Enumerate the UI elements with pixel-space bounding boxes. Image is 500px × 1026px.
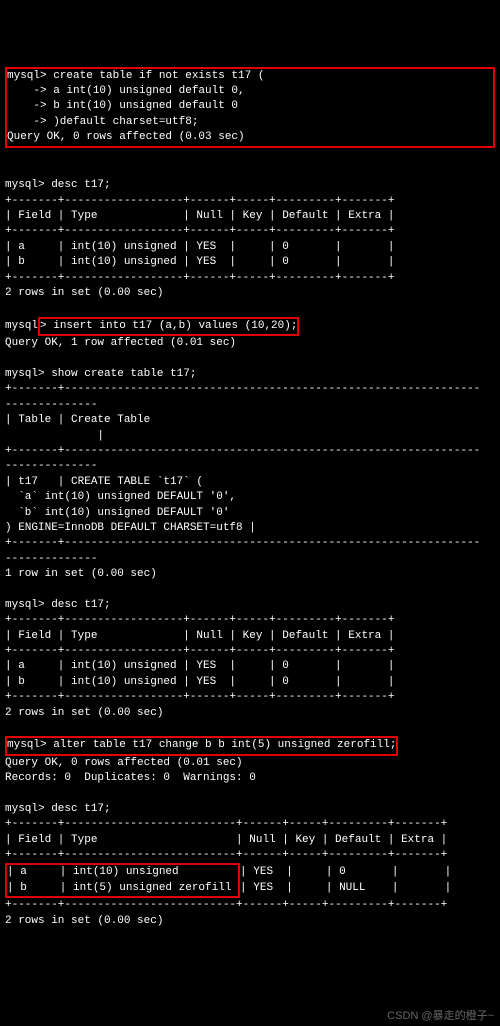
table-row: `a` int(10) unsigned DEFAULT '0', (5, 491, 236, 503)
desc3-right: | YES | | 0 | | | YES | | NULL | | (240, 863, 451, 896)
table-row-left: | a | int(10) unsigned (7, 866, 238, 878)
show-create-cmd: mysql> show create table t17; (5, 368, 196, 380)
insert-cmd-highlight: > insert into t17 (a,b) values (10,20); (38, 317, 299, 336)
table-sep: +-------+--------------------------+----… (5, 899, 447, 911)
result-line: Records: 0 Duplicates: 0 Warnings: 0 (5, 772, 256, 784)
table-row: ) ENGINE=InnoDB DEFAULT CHARSET=utf8 | (5, 522, 256, 534)
table-sep: +-------+------------------+------+-----… (5, 272, 394, 284)
table-row: | b | int(10) unsigned | YES | | 0 | | (5, 676, 394, 688)
table-row: | a | int(10) unsigned | YES | | 0 | | (5, 660, 394, 672)
prompt-prefix: mysql (5, 320, 38, 332)
table-header: | (5, 430, 104, 442)
table-row-right: | YES | | NULL | | (240, 882, 451, 894)
create-table-block: mysql> create table if not exists t17 ( … (5, 67, 495, 148)
table-sep: +-------+------------------+------+-----… (5, 195, 394, 207)
result-line: Query OK, 0 rows affected (0.01 sec) (5, 757, 243, 769)
desc-cmd: mysql> desc t17; (5, 599, 111, 611)
table-sep: +-------+--------------------------+----… (5, 818, 447, 830)
table-sep: +-------+------------------+------+-----… (5, 614, 394, 626)
line: -> b int(10) unsigned default 0 (7, 100, 238, 112)
table-sep: +-------+-------------------------------… (5, 383, 480, 395)
desc-cmd: mysql> desc t17; (5, 803, 111, 815)
table-header: | Field | Type | Null | Key | Default | … (5, 630, 394, 642)
table-row-right: | YES | | 0 | | (240, 866, 451, 878)
table-sep: +-------+-------------------------------… (5, 445, 480, 457)
alter-cmd-highlight: mysql> alter table t17 change b b int(5)… (5, 736, 398, 755)
table-sep: -------------- (5, 553, 97, 565)
line: -> )default charset=utf8; (7, 116, 198, 128)
table-sep: -------------- (5, 460, 97, 472)
table-header: | Field | Type | Null | Key | Default | … (5, 834, 447, 846)
table-row: | t17 | CREATE TABLE `t17` ( (5, 476, 203, 488)
table-sep: +-------+-------------------------------… (5, 537, 480, 549)
watermark: CSDN @暴走的橙子~ (387, 1009, 494, 1024)
table-sep: +-------+------------------+------+-----… (5, 691, 394, 703)
table-header: | Field | Type | Null | Key | Default | … (5, 210, 394, 222)
desc-cmd: mysql> desc t17; (5, 179, 111, 191)
table-row: | a | int(10) unsigned | YES | | 0 | | (5, 241, 394, 253)
desc3-left-highlight: | a | int(10) unsigned | b | int(5) unsi… (5, 863, 240, 898)
result-foot: 2 rows in set (0.00 sec) (5, 915, 163, 927)
result-foot: 2 rows in set (0.00 sec) (5, 707, 163, 719)
result-foot: 1 row in set (0.00 sec) (5, 568, 157, 580)
table-row: | b | int(10) unsigned | YES | | 0 | | (5, 256, 394, 268)
table-header: | Table | Create Table (5, 414, 150, 426)
line: -> a int(10) unsigned default 0, (7, 85, 245, 97)
table-sep: +-------+--------------------------+----… (5, 849, 447, 861)
table-row-left: | b | int(5) unsigned zerofill (7, 882, 238, 894)
line: mysql> create table if not exists t17 ( (7, 70, 264, 82)
table-row: `b` int(10) unsigned DEFAULT '0' (5, 507, 229, 519)
result-foot: 2 rows in set (0.00 sec) (5, 287, 163, 299)
table-sep: +-------+------------------+------+-----… (5, 225, 394, 237)
result-line: Query OK, 1 row affected (0.01 sec) (5, 337, 236, 349)
table-sep: +-------+------------------+------+-----… (5, 645, 394, 657)
line: Query OK, 0 rows affected (0.03 sec) (7, 131, 245, 143)
table-sep: -------------- (5, 399, 97, 411)
